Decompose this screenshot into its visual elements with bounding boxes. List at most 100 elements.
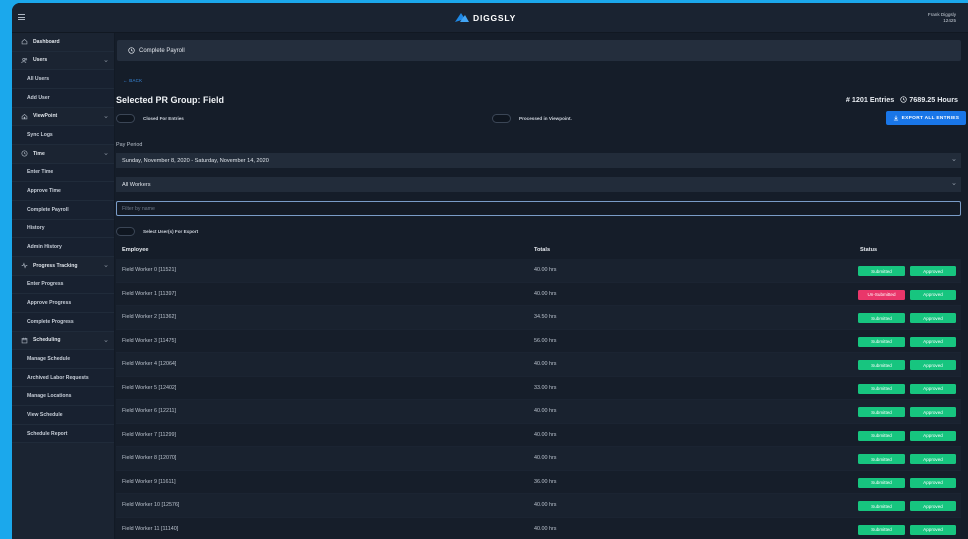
- submission-status-badge[interactable]: Un-Submitted: [858, 289, 905, 300]
- hours-total: 7689.25 Hours: [909, 95, 958, 104]
- export-all-entries-button[interactable]: EXPORT ALL ENTRIES: [886, 111, 966, 125]
- sidebar-item-viewpoint[interactable]: ViewPoint: [12, 108, 114, 127]
- table-row[interactable]: Field Worker 5 [12402] 33.00 hrs Submitted…: [116, 376, 961, 400]
- sidebar-item-history[interactable]: History: [12, 219, 114, 239]
- employee-name: Field Worker 9 [11611]: [122, 478, 176, 485]
- sidebar-item-manage-locations[interactable]: Manage Locations: [12, 387, 114, 407]
- header-status[interactable]: Status: [860, 247, 877, 253]
- pay-period-select[interactable]: Sunday, November 8, 2020 - Saturday, Nov…: [116, 153, 961, 168]
- submission-status-badge[interactable]: Submitted: [858, 383, 905, 394]
- sidebar-item-dashboard[interactable]: Dashboard: [12, 33, 114, 52]
- employee-total-hours: 40.00 hrs: [534, 502, 557, 509]
- sidebar-item-label: Users: [33, 57, 48, 64]
- select-for-export-row: Select User(s) For Export: [116, 227, 198, 236]
- closed-for-entries-toggle[interactable]: [116, 114, 135, 123]
- closed-for-entries-row: Closed For Entries: [116, 114, 184, 123]
- submission-status-badge[interactable]: Submitted: [858, 336, 905, 347]
- processed-in-viewpoint-toggle[interactable]: [492, 114, 511, 123]
- sidebar-item-manage-schedule[interactable]: Manage Schedule: [12, 350, 114, 369]
- back-label: BACK: [129, 78, 143, 83]
- sidebar-item-progress-tracking[interactable]: Progress Tracking: [12, 257, 114, 276]
- sidebar-item-archived-labor-requests[interactable]: Archived Labor Requests: [12, 368, 114, 388]
- header-employee[interactable]: Employee: [122, 247, 148, 253]
- chevron-down-icon: [104, 115, 108, 118]
- table-row[interactable]: Field Worker 3 [11475] 56.00 hrs Submitted…: [116, 329, 961, 353]
- approval-status-badge[interactable]: Approved: [910, 383, 956, 394]
- employee-name: Field Worker 0 [11521]: [122, 267, 177, 274]
- approval-status-badge[interactable]: Approved: [910, 477, 956, 488]
- sidebar-item-complete-progress[interactable]: Complete Progress: [12, 312, 114, 332]
- table-row[interactable]: Field Worker 0 [11521] 40.00 hrs Submitted…: [116, 259, 961, 283]
- main-content: Complete Payroll ← BACK Selected PR Grou…: [116, 33, 968, 539]
- employee-name: Field Worker 2 [11362]: [122, 314, 177, 321]
- table-row[interactable]: Field Worker 8 [12070] 40.00 hrs Submitted…: [116, 447, 961, 471]
- employee-total-hours: 36.00 hrs: [534, 478, 557, 485]
- sidebar-item-sync-logs[interactable]: Sync Logs: [12, 126, 114, 145]
- approval-status-badge[interactable]: Approved: [910, 313, 956, 323]
- employee-table-body: Field Worker 0 [11521] 40.00 hrs Submitted…: [116, 259, 961, 539]
- submission-status-badge[interactable]: Submitted: [858, 407, 905, 417]
- brand[interactable]: DIGGSLY: [454, 9, 516, 27]
- filter-by-name-input[interactable]: [116, 201, 961, 216]
- table-row[interactable]: Field Worker 2 [11362] 34.50 hrs Submitted…: [116, 306, 961, 330]
- submission-status-badge[interactable]: Submitted: [858, 477, 905, 488]
- approval-status-badge[interactable]: Approved: [910, 454, 956, 464]
- menu-icon[interactable]: [18, 14, 25, 20]
- approval-status-badge[interactable]: Approved: [910, 524, 956, 535]
- user-info[interactable]: Frank Diggsly 12425: [928, 12, 956, 23]
- table-row[interactable]: Field Worker 1 [11397] 40.00 hrs Un-Submit…: [116, 282, 961, 306]
- approval-status-badge[interactable]: Approved: [910, 336, 956, 347]
- approval-status-badge[interactable]: Approved: [910, 407, 956, 417]
- approval-status-badge[interactable]: Approved: [910, 501, 956, 511]
- employee-total-hours: 40.00 hrs: [534, 455, 557, 462]
- submission-status-badge[interactable]: Submitted: [858, 266, 905, 276]
- sidebar-item-label: Enter Time: [27, 169, 54, 176]
- submission-status-badge[interactable]: Submitted: [858, 524, 905, 535]
- chevron-down-icon: [104, 59, 108, 62]
- approval-status-badge[interactable]: Approved: [910, 289, 956, 300]
- clock-icon: [900, 96, 907, 103]
- sidebar-item-users[interactable]: Users: [12, 52, 114, 71]
- workers-select[interactable]: All Workers: [116, 177, 961, 192]
- sidebar-item-enter-progress[interactable]: Enter Progress: [12, 275, 114, 295]
- table-row[interactable]: Field Worker 10 [12576] 40.00 hrs Submitte…: [116, 494, 961, 518]
- submission-status-badge[interactable]: Submitted: [858, 501, 905, 511]
- header-totals[interactable]: Totals: [534, 247, 550, 253]
- sidebar-item-label: Admin History: [27, 244, 62, 251]
- table-row[interactable]: Field Worker 11 [11140] 40.00 hrs Submitte…: [116, 517, 961, 539]
- pay-period-value: Sunday, November 8, 2020 - Saturday, Nov…: [122, 157, 269, 164]
- user-id: 12425: [943, 17, 956, 23]
- employee-name: Field Worker 8 [12070]: [122, 455, 177, 462]
- sidebar-item-scheduling[interactable]: Scheduling: [12, 332, 114, 351]
- approval-status-badge[interactable]: Approved: [910, 266, 956, 276]
- sidebar-item-label: All Users: [27, 76, 50, 83]
- submission-status-badge[interactable]: Submitted: [858, 454, 905, 464]
- sidebar-item-label: Sync Logs: [27, 132, 53, 139]
- submission-status-badge[interactable]: Submitted: [858, 313, 905, 323]
- sidebar-item-time[interactable]: Time: [12, 145, 114, 164]
- sidebar-item-enter-time[interactable]: Enter Time: [12, 163, 114, 183]
- back-link[interactable]: ← BACK: [123, 78, 142, 83]
- sidebar-item-complete-payroll[interactable]: Complete Payroll: [12, 200, 114, 220]
- sidebar-item-label: Approve Time: [27, 188, 61, 195]
- table-row[interactable]: Field Worker 7 [11299] 40.00 hrs Submitted…: [116, 423, 961, 447]
- approval-status-badge[interactable]: Approved: [910, 360, 956, 370]
- employee-name: Field Worker 10 [12576]: [122, 502, 180, 509]
- sidebar-item-schedule-report[interactable]: Schedule Report: [12, 424, 114, 444]
- submission-status-badge[interactable]: Submitted: [858, 430, 905, 441]
- approval-status-badge[interactable]: Approved: [910, 430, 956, 441]
- sidebar-item-admin-history[interactable]: Admin History: [12, 238, 114, 257]
- sidebar-item-view-schedule[interactable]: View Schedule: [12, 406, 114, 425]
- select-for-export-toggle[interactable]: [116, 227, 135, 236]
- employee-total-hours: 40.00 hrs: [534, 525, 557, 532]
- table-row[interactable]: Field Worker 6 [12211] 40.00 hrs Submitted…: [116, 400, 961, 424]
- table-row[interactable]: Field Worker 4 [12064] 40.00 hrs Submitted…: [116, 353, 961, 377]
- table-row[interactable]: Field Worker 9 [11611] 36.00 hrs Submitted…: [116, 470, 961, 494]
- sidebar-item-approve-time[interactable]: Approve Time: [12, 182, 114, 201]
- sidebar-item-all-users[interactable]: All Users: [12, 70, 114, 89]
- sidebar-item-add-user[interactable]: Add User: [12, 88, 114, 108]
- submission-status-badge[interactable]: Submitted: [858, 360, 905, 370]
- employee-total-hours: 40.00 hrs: [534, 431, 557, 438]
- employee-total-hours: 56.00 hrs: [534, 337, 557, 344]
- sidebar-item-approve-progress[interactable]: Approve Progress: [12, 294, 114, 313]
